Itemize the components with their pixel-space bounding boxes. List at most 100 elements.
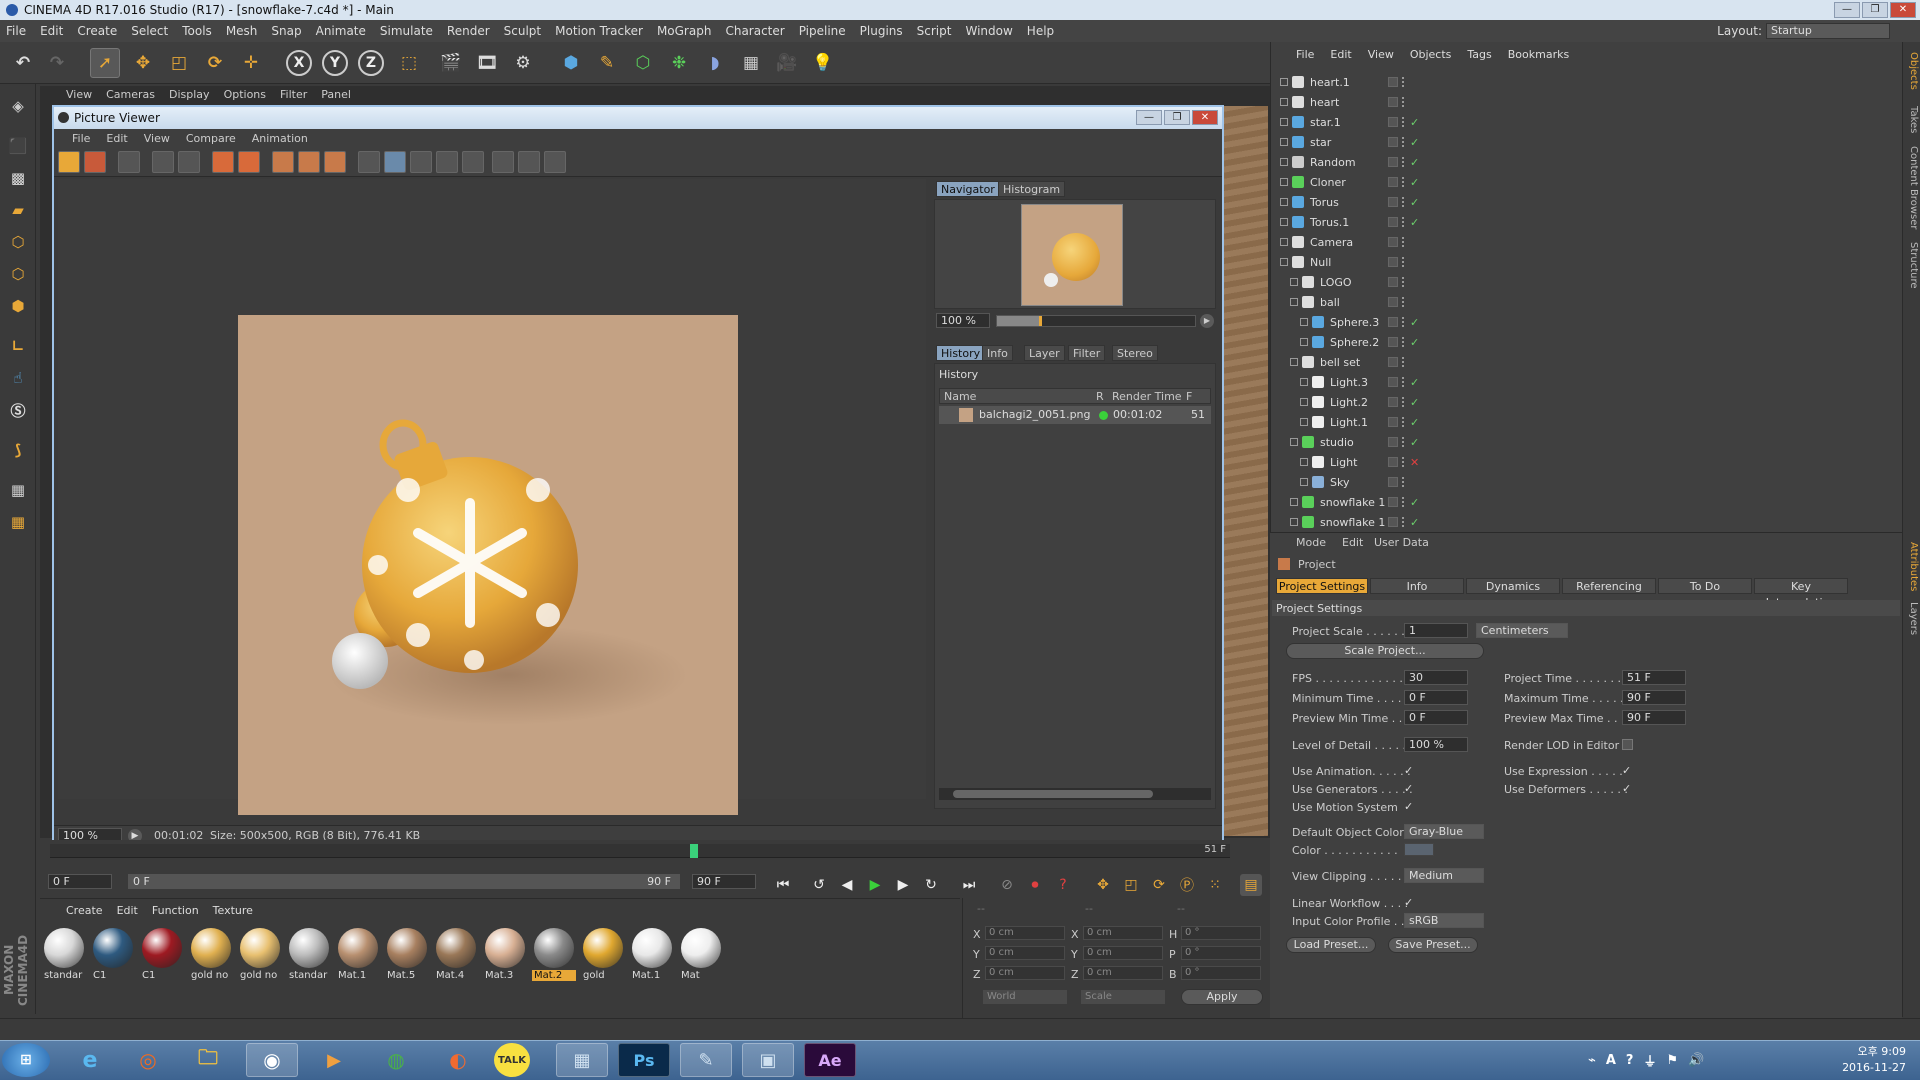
taskbar-clock[interactable]: 오후 9:09 2016-11-27	[1842, 1044, 1906, 1076]
object-name[interactable]: Light.3	[1330, 376, 1368, 389]
go-to-previous-key-icon[interactable]: ↺	[808, 874, 830, 896]
pv-close-button[interactable]: ✕	[1192, 110, 1218, 125]
use-expression-checkbox[interactable]: ✓	[1622, 765, 1633, 776]
key-parameter-icon[interactable]: Ⓟ	[1176, 874, 1198, 896]
layer-icon[interactable]	[492, 151, 514, 173]
layout-select[interactable]: Startup	[1766, 23, 1890, 39]
go-to-start-icon[interactable]: ⏮	[772, 874, 794, 896]
ab-compare-icon[interactable]	[358, 151, 380, 173]
floor-icon[interactable]: ▦	[736, 48, 766, 78]
menu-tools[interactable]: Tools	[182, 24, 212, 38]
expand-icon[interactable]	[1290, 438, 1298, 446]
expand-icon[interactable]	[1280, 258, 1288, 266]
tab-info[interactable]: Info	[1370, 578, 1464, 594]
material-item[interactable]: Mat.1	[630, 926, 674, 984]
side-tab-takes[interactable]: Takes	[1905, 106, 1919, 133]
go-to-next-key-icon[interactable]: ↻	[920, 874, 942, 896]
layer-icon[interactable]	[1388, 217, 1398, 227]
object-name[interactable]: Camera	[1310, 236, 1353, 249]
key-pla-icon[interactable]: ⁙	[1204, 874, 1226, 896]
photoshop-icon[interactable]: Ps	[618, 1043, 670, 1077]
object-row[interactable]: studio ✓	[1280, 432, 1890, 452]
visibility-dots-icon[interactable]	[1402, 317, 1406, 327]
expand-icon[interactable]	[1300, 398, 1308, 406]
enable-check-icon[interactable]: ✓	[1410, 516, 1419, 529]
expand-icon[interactable]	[1280, 138, 1288, 146]
render-lod-checkbox[interactable]	[1622, 739, 1633, 750]
material-item[interactable]: gold no	[238, 926, 282, 984]
object-row[interactable]: Light.3 ✓	[1280, 372, 1890, 392]
color-swatch[interactable]	[1404, 843, 1434, 856]
material-item[interactable]: Mat	[679, 926, 723, 984]
object-name[interactable]: Null	[1310, 256, 1331, 269]
layer-icon[interactable]	[1388, 197, 1398, 207]
tray-usb-icon[interactable]: ⏚	[1643, 1051, 1656, 1070]
cube-icon[interactable]: ⬢	[556, 48, 586, 78]
pv-menu-animation[interactable]: Animation	[252, 132, 308, 145]
rotation-b-field[interactable]: 0 °	[1181, 966, 1261, 980]
history-col-name[interactable]: Name	[944, 390, 976, 403]
compare-swap-icon[interactable]	[324, 151, 346, 173]
object-row[interactable]: Light ✕	[1280, 452, 1890, 472]
om-menu-bookmarks[interactable]: Bookmarks	[1508, 48, 1569, 66]
texture-mode-icon[interactable]: ▩	[4, 164, 32, 192]
menu-window[interactable]: Window	[965, 24, 1012, 38]
am-menu-mode[interactable]: Mode	[1296, 536, 1326, 549]
expand-icon[interactable]	[1300, 338, 1308, 346]
om-menu-objects[interactable]: Objects	[1410, 48, 1452, 66]
load-preset-button[interactable]: Load Preset...	[1286, 937, 1376, 953]
go-to-end-icon[interactable]: ⏭	[958, 874, 980, 896]
layer-icon[interactable]	[1388, 457, 1398, 467]
visibility-dots-icon[interactable]	[1402, 497, 1406, 507]
menu-render[interactable]: Render	[447, 24, 490, 38]
enable-check-icon[interactable]: ✓	[1410, 416, 1419, 429]
open-icon[interactable]	[58, 151, 80, 173]
visibility-dots-icon[interactable]	[1402, 197, 1406, 207]
y-axis-toggle[interactable]: Y	[322, 50, 348, 76]
layer-icon[interactable]	[1388, 257, 1398, 267]
record-keys-icon[interactable]: ⏺	[1024, 874, 1046, 896]
max-time-field[interactable]: 90 F	[1622, 690, 1686, 705]
layer-icon[interactable]	[1388, 277, 1398, 287]
live-select-icon[interactable]: ➚	[90, 48, 120, 78]
tray-volume-icon[interactable]: 🔊	[1688, 1053, 1704, 1068]
enable-check-icon[interactable]: ✓	[1410, 496, 1419, 509]
pen-icon[interactable]: ✎	[592, 48, 622, 78]
viewport-menu-options[interactable]: Options	[224, 88, 266, 104]
make-editable-icon[interactable]: ◈	[4, 92, 32, 120]
expand-icon[interactable]	[1280, 158, 1288, 166]
object-name[interactable]: Torus.1	[1310, 216, 1349, 229]
render-view-icon[interactable]: 🎬	[436, 48, 466, 78]
planar-workplane-icon[interactable]: ▦	[4, 508, 32, 536]
expand-icon[interactable]	[1290, 298, 1298, 306]
layer-icon[interactable]	[1388, 477, 1398, 487]
visibility-dots-icon[interactable]	[1402, 237, 1406, 247]
use-deformers-checkbox[interactable]: ✓	[1622, 783, 1633, 794]
object-name[interactable]: Random	[1310, 156, 1356, 169]
save-preset-button[interactable]: Save Preset...	[1388, 937, 1478, 953]
x-axis-toggle[interactable]: X	[286, 50, 312, 76]
set-a-icon[interactable]	[436, 151, 458, 173]
object-row[interactable]: heart	[1280, 92, 1890, 112]
position-z-field[interactable]: 0 cm	[985, 966, 1065, 980]
layer-icon[interactable]	[1388, 337, 1398, 347]
object-name[interactable]: snowflake 1	[1320, 516, 1385, 529]
recent-tool-icon[interactable]: ✛	[236, 48, 266, 78]
render-again-icon[interactable]	[238, 151, 260, 173]
visibility-dots-icon[interactable]	[1402, 357, 1406, 367]
enable-check-icon[interactable]: ✓	[1410, 196, 1419, 209]
tab-info[interactable]: Info	[982, 345, 1013, 361]
material-item[interactable]: C1	[140, 926, 184, 984]
layer-icon[interactable]	[1388, 377, 1398, 387]
object-row[interactable]: Sphere.3 ✓	[1280, 312, 1890, 332]
layer-icon[interactable]	[1388, 517, 1398, 527]
layer-icon[interactable]	[1388, 177, 1398, 187]
visibility-dots-icon[interactable]	[1402, 277, 1406, 287]
workplane-icon[interactable]: ▰	[4, 196, 32, 224]
layer-icon[interactable]	[1388, 437, 1398, 447]
preview-min-field[interactable]: 0 F	[1404, 710, 1468, 725]
input-color-profile-select[interactable]: sRGB	[1404, 913, 1484, 928]
enable-check-icon[interactable]: ✓	[1410, 436, 1419, 449]
object-name[interactable]: heart	[1310, 96, 1339, 109]
om-menu-file[interactable]: File	[1296, 48, 1314, 66]
